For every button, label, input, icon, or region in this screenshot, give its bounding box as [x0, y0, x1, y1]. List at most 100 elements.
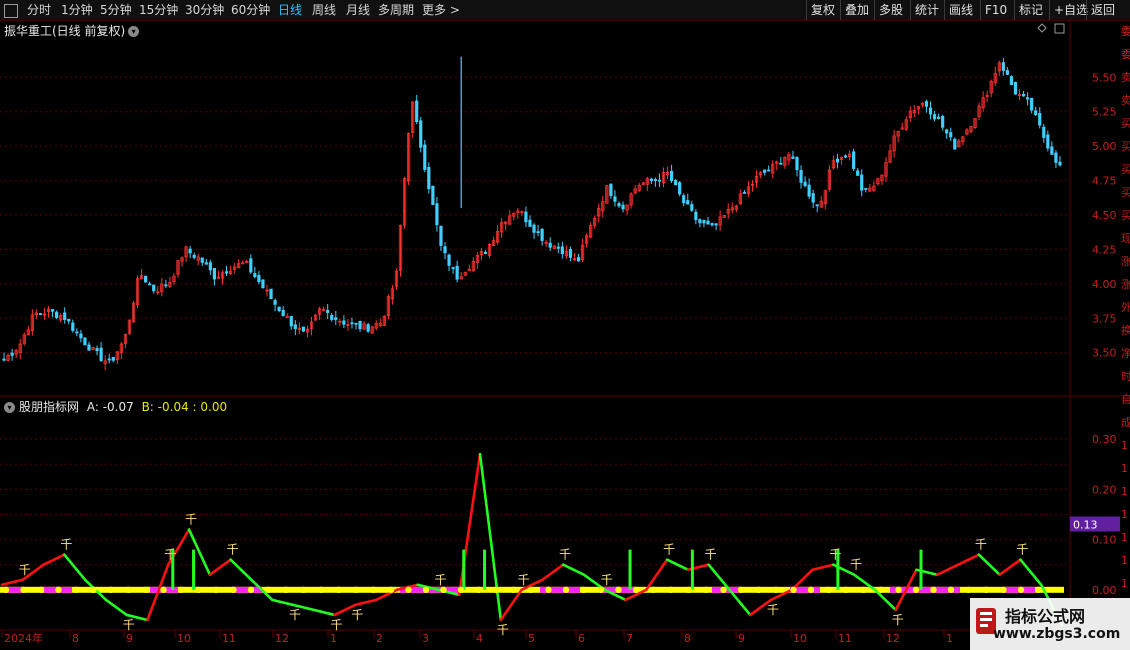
candle-body: [50, 309, 55, 312]
back-button[interactable]: 返回: [1086, 0, 1119, 20]
candle-body: [224, 271, 229, 274]
indicator-line-segment: [790, 568, 814, 592]
side-strip-char: 买: [1121, 163, 1130, 176]
period-tab-60min[interactable]: 60分钟: [231, 2, 270, 18]
side-strip-char: 1: [1121, 439, 1128, 452]
candle-body: [540, 228, 544, 241]
candle-body: [350, 322, 354, 325]
zero-line-dot: [1017, 586, 1025, 594]
candle-body: [742, 192, 747, 194]
candle-body: [815, 204, 819, 207]
side-strip-char: 成: [1121, 416, 1130, 429]
candle-body: [949, 132, 953, 138]
zero-line-dot: [125, 586, 132, 594]
mark-button[interactable]: 标记: [1014, 0, 1047, 20]
candle-body: [261, 279, 265, 289]
side-strip-char: 1: [1121, 531, 1128, 544]
price-tick-label: 4.75: [1092, 175, 1117, 188]
zero-line-dot: [370, 586, 377, 594]
candle-body: [698, 219, 702, 224]
zero-line-dot: [912, 586, 920, 594]
zero-line-dot: [457, 586, 465, 594]
signal-marker: 千: [123, 618, 135, 632]
candle-body: [924, 101, 929, 107]
candle-body: [83, 337, 87, 346]
period-tab-weekly[interactable]: 周线: [312, 2, 336, 18]
candle-body: [249, 258, 253, 273]
indicator-bar: [462, 549, 466, 590]
period-tab-30min[interactable]: 30分钟: [185, 2, 224, 18]
candle-body: [447, 254, 451, 266]
candle-body: [1021, 93, 1026, 97]
indicator-bar: [483, 549, 487, 590]
side-strip-char: 现: [1121, 232, 1130, 245]
period-tab-fenshi[interactable]: 分时: [27, 2, 51, 18]
candle-body: [568, 249, 573, 258]
zero-line-dot: [282, 586, 290, 594]
x-tick-label: 9: [738, 632, 745, 645]
signal-marker: 千: [497, 623, 509, 637]
candle-body: [326, 309, 330, 313]
indicator-line-segment: [104, 598, 129, 617]
candle-body: [144, 275, 148, 283]
x-tick-label: 7: [626, 632, 633, 645]
restore-rights-button[interactable]: 复权: [806, 0, 839, 20]
candle-body: [953, 138, 957, 150]
price-tick-label: 3.75: [1092, 312, 1117, 325]
f10-button[interactable]: F10: [980, 0, 1011, 20]
side-strip-char: 1: [1121, 462, 1128, 475]
period-tab-more[interactable]: 更多 >: [422, 2, 460, 18]
zero-line-dot: [650, 586, 657, 594]
zero-line-dot: [562, 586, 570, 594]
indicator-line-segment: [811, 563, 835, 572]
zero-line-dot: [195, 586, 202, 594]
candlestick-chart[interactable]: 5.50 5.25 5.00 4.75 4.50 4.25 4.00 3.75 3.50 0.30…: [0, 20, 1130, 650]
side-strip-char: 买: [1121, 186, 1130, 199]
side-strip-char: 换: [1121, 324, 1130, 337]
candle-body: [807, 184, 811, 197]
x-tick-label: 12: [275, 632, 289, 645]
indicator-line-segment: [0, 578, 25, 587]
candle-body: [431, 185, 435, 205]
candle-body: [257, 275, 261, 283]
candle-body: [152, 284, 156, 292]
x-tick-label: 12: [886, 632, 900, 645]
zero-line-dot: [55, 586, 62, 594]
signal-marker: 千: [227, 543, 239, 557]
indicator-line-segment: [998, 558, 1022, 577]
menu-square-icon[interactable]: [4, 4, 18, 18]
candle-body: [560, 246, 564, 255]
signal-marker: 千: [164, 548, 176, 562]
candle-body: [293, 324, 297, 329]
candle-body: [10, 352, 14, 356]
multi-stock-button[interactable]: 多股: [874, 0, 907, 20]
candle-body: [212, 268, 217, 280]
candle-body: [657, 179, 662, 182]
statistics-button[interactable]: 统计: [910, 0, 943, 20]
diamond-icon[interactable]: [1037, 23, 1047, 33]
side-strip-char: 买: [1121, 117, 1130, 130]
candle-body: [301, 326, 306, 332]
candle-body: [803, 181, 807, 187]
period-tab-daily[interactable]: 日线: [278, 2, 302, 18]
zero-line-dot: [580, 586, 587, 594]
period-tab-1min[interactable]: 1分钟: [61, 2, 93, 18]
price-tick-label: 5.25: [1092, 106, 1117, 119]
candle-body: [795, 157, 799, 171]
maximize-icon[interactable]: [1054, 23, 1065, 34]
zero-line-dot: [300, 586, 307, 594]
indicator-line-segment: [354, 598, 378, 607]
draw-line-button[interactable]: 画线: [944, 0, 977, 20]
indicator-bar: [690, 549, 694, 590]
zero-line-dot: [37, 586, 45, 594]
period-tab-15min[interactable]: 15分钟: [139, 2, 178, 18]
candle-body: [524, 211, 528, 223]
zero-line-dot: [527, 586, 535, 594]
candle-body: [451, 267, 455, 269]
period-tab-multi[interactable]: 多周期: [378, 2, 414, 18]
signal-marker: 千: [185, 513, 197, 527]
period-tab-5min[interactable]: 5分钟: [100, 2, 132, 18]
candle-body: [427, 167, 431, 190]
overlay-button[interactable]: 叠加: [840, 0, 873, 20]
period-tab-monthly[interactable]: 月线: [346, 2, 370, 18]
